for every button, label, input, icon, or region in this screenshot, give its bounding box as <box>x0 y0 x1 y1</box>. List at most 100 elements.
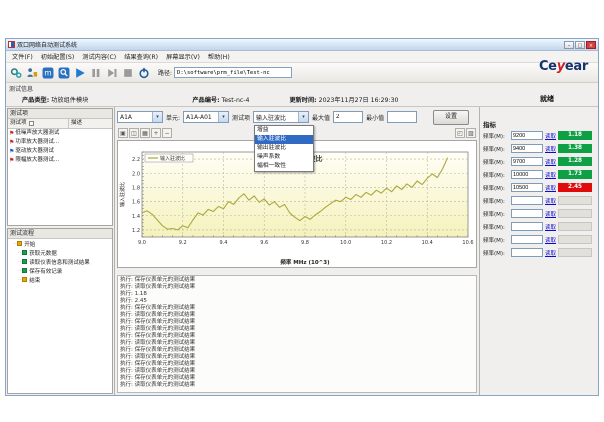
frequency-label: 频率(M): <box>483 145 509 153</box>
flag-icon: ⚑ <box>9 156 14 165</box>
filter-icon[interactable] <box>29 121 34 126</box>
frequency-input[interactable] <box>511 222 543 231</box>
step-icon[interactable] <box>105 66 119 80</box>
min-value-input[interactable] <box>387 111 417 123</box>
dropdown-option[interactable]: 输出驻波比 <box>255 144 313 153</box>
test-item-row[interactable]: ⚑限幅放大器测试... <box>8 156 112 165</box>
user-setup-icon[interactable] <box>25 66 39 80</box>
log-line: 执行: 保存仪表单元的测试结果 <box>120 305 474 312</box>
expand-icon[interactable]: ◰ <box>455 128 465 138</box>
dropdown-option[interactable]: 增益 <box>255 126 313 135</box>
svg-text:9.4: 9.4 <box>220 240 228 246</box>
column-test-item[interactable]: 测试项 <box>8 119 69 128</box>
zoom-in-icon[interactable]: + <box>151 128 161 138</box>
zoom-out-icon[interactable]: − <box>162 128 172 138</box>
save-icon[interactable]: ▣ <box>118 128 128 138</box>
read-link[interactable]: 读取 <box>545 132 556 140</box>
path-label: 路径: <box>158 68 172 77</box>
measure-icon[interactable]: m <box>41 66 55 80</box>
run-icon[interactable] <box>73 66 87 80</box>
menu-item[interactable]: 测试内容(C) <box>78 52 120 61</box>
flow-step[interactable]: ··结束 <box>8 275 112 284</box>
minimize-button[interactable]: – <box>564 41 574 49</box>
unit-combo[interactable]: A1A-A01▾ <box>183 111 229 123</box>
test-item-dropdown: 增益输入驻波比输出驻波比噪声系数幅相一致性 <box>254 125 314 172</box>
tree-connector: ·· <box>18 259 21 265</box>
dropdown-option[interactable]: 幅相一致性 <box>255 162 313 171</box>
path-input[interactable] <box>174 67 292 78</box>
menu-item[interactable]: 帮助(H) <box>204 52 234 61</box>
app-icon <box>8 41 15 48</box>
apply-button[interactable]: 设置 <box>433 110 469 125</box>
step-status-icon <box>22 259 27 264</box>
read-link[interactable]: 读取 <box>545 236 556 244</box>
frequency-input[interactable] <box>511 157 543 166</box>
left-sidebar: 测试项 测试项 描述 ⚑低噪声放大器测试⚑功率放大器测试...⚑驱动放大器测试⚑… <box>6 107 115 395</box>
menu-item[interactable]: 文件(F) <box>8 52 37 61</box>
copy-icon[interactable]: ◫ <box>129 128 139 138</box>
column-description[interactable]: 描述 <box>69 119 112 128</box>
frequency-input[interactable] <box>511 144 543 153</box>
frequency-input[interactable] <box>511 196 543 205</box>
flow-step[interactable]: ··开始 <box>8 239 112 248</box>
info-field: 更新时间: 2023年11月27日 16:29:30 <box>289 95 398 104</box>
frequency-input[interactable] <box>511 183 543 192</box>
result-value: 1.18 <box>558 131 592 140</box>
flag-icon: ⚑ <box>9 147 14 156</box>
menu-item[interactable]: 屏幕显示(V) <box>162 52 204 61</box>
dropdown-option[interactable]: 噪声系数 <box>255 153 313 162</box>
log-line: 执行: 保存仪表单元的测试结果 <box>120 361 474 368</box>
frequency-input[interactable] <box>511 170 543 179</box>
metric-row: 频率(M): 读取 <box>483 220 595 233</box>
test-item-row[interactable]: ⚑低噪声放大器测试 <box>8 129 112 138</box>
test-item-row[interactable]: ⚑功率放大器测试... <box>8 138 112 147</box>
search-icon[interactable] <box>57 66 71 80</box>
test-item-combo[interactable]: 输入驻波比▾ <box>253 111 309 123</box>
read-link[interactable]: 读取 <box>545 184 556 192</box>
menu-item[interactable]: 结果查询(R) <box>120 52 162 61</box>
maximize-button[interactable]: □ <box>575 41 585 49</box>
frequency-input[interactable] <box>511 235 543 244</box>
chevron-down-icon: ▾ <box>298 112 308 122</box>
flow-step[interactable]: ··获取元数据 <box>8 248 112 257</box>
frequency-input[interactable] <box>511 248 543 257</box>
frequency-input[interactable] <box>511 209 543 218</box>
read-link[interactable]: 读取 <box>545 249 556 257</box>
result-value <box>558 222 592 231</box>
settings-icon[interactable]: ▨ <box>466 128 476 138</box>
output-log[interactable]: 执行: 保存仪表单元的测试结果执行: 读取仪表单元的测试结果执行: 1.18执行… <box>117 275 477 393</box>
read-link[interactable]: 读取 <box>545 158 556 166</box>
frequency-label: 频率(M): <box>483 223 509 231</box>
window-title: 双口网络自动测试系统 <box>17 40 77 49</box>
dropdown-option[interactable]: 输入驻波比 <box>255 135 313 144</box>
ceyear-logo: Ceyear <box>539 59 588 74</box>
frequency-input[interactable] <box>511 131 543 140</box>
grid-icon[interactable]: ▦ <box>140 128 150 138</box>
flow-step[interactable]: ··读取仪表信息和测试结果 <box>8 257 112 266</box>
svg-text:频率 MHz (10^3): 频率 MHz (10^3) <box>280 258 330 266</box>
pause-icon[interactable] <box>89 66 103 80</box>
max-value-input[interactable] <box>333 111 363 123</box>
svg-text:1.4: 1.4 <box>132 214 140 220</box>
metric-row: 频率(M):读取1.18 <box>483 129 595 142</box>
read-link[interactable]: 读取 <box>545 171 556 179</box>
read-link[interactable]: 读取 <box>545 145 556 153</box>
test-items-header: 测试项 <box>8 109 112 119</box>
flow-step[interactable]: ··保存有效记录 <box>8 266 112 275</box>
log-line: 执行: 读取仪表单元的测试结果 <box>120 382 474 389</box>
test-item-row[interactable]: ⚑驱动放大器测试 <box>8 147 112 156</box>
stop-icon[interactable] <box>121 66 135 80</box>
read-link[interactable]: 读取 <box>545 197 556 205</box>
svg-text:9.0: 9.0 <box>138 240 146 246</box>
log-line: 执行: 读取仪表单元的测试结果 <box>120 326 474 333</box>
app-window: 双口网络自动测试系统 – □ × 文件(F)初始配置(S)测试内容(C)结果查询… <box>5 38 599 396</box>
read-link[interactable]: 读取 <box>545 210 556 218</box>
test-items-panel: 测试项 测试项 描述 ⚑低噪声放大器测试⚑功率放大器测试...⚑驱动放大器测试⚑… <box>7 108 113 226</box>
metric-row: 频率(M):读取1.28 <box>483 155 595 168</box>
power-icon[interactable] <box>137 66 151 80</box>
close-button[interactable]: × <box>586 41 596 49</box>
read-link[interactable]: 读取 <box>545 223 556 231</box>
config-gears-icon[interactable] <box>9 66 23 80</box>
menu-item[interactable]: 初始配置(S) <box>37 52 79 61</box>
device-combo[interactable]: A1A▾ <box>117 111 163 123</box>
